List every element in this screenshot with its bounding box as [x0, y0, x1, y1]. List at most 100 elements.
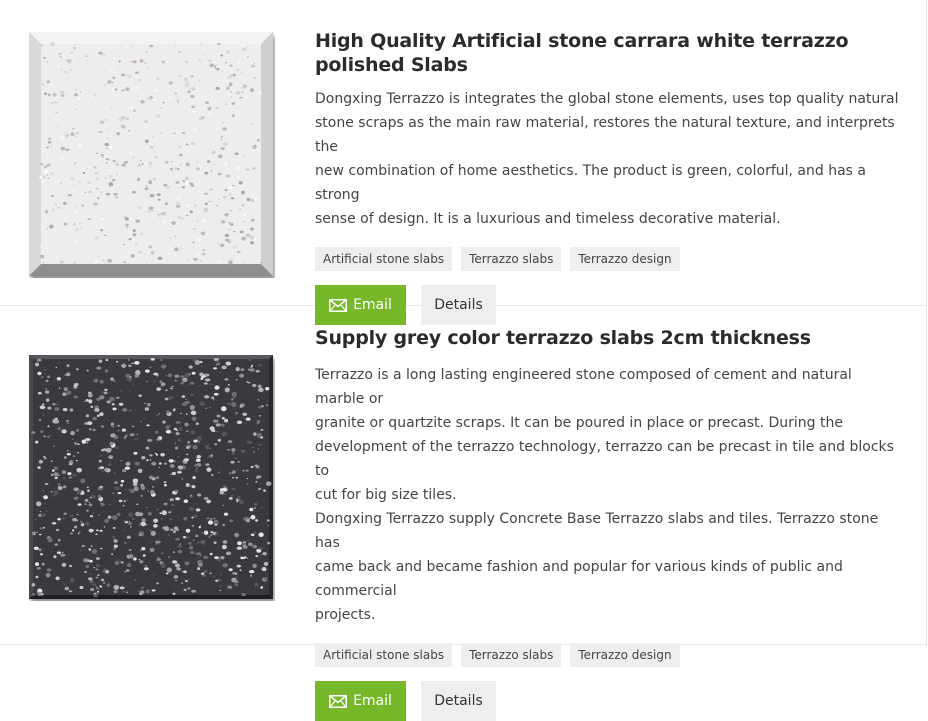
product-image-grey-terrazzo[interactable] [29, 355, 275, 601]
stone-chip [56, 484, 60, 487]
stone-chip [161, 364, 167, 369]
stone-chip [222, 195, 227, 199]
stone-chip [265, 387, 270, 391]
envelope-icon [329, 694, 348, 708]
stone-chip [235, 165, 240, 170]
stone-chip [45, 398, 50, 402]
stone-chip [85, 414, 90, 418]
stone-chip [190, 410, 197, 415]
stone-chip [116, 132, 120, 136]
stone-chip [203, 497, 209, 500]
stone-chip [69, 564, 72, 568]
stone-chip [241, 203, 245, 207]
stone-chip [102, 259, 105, 261]
stone-chip [158, 462, 162, 465]
stone-chip [122, 504, 125, 507]
stone-chip [98, 395, 105, 400]
stone-chip [147, 438, 153, 442]
stone-chip [193, 514, 198, 518]
stone-chip [118, 559, 121, 562]
stone-chip [175, 181, 180, 184]
stone-chip [209, 383, 213, 386]
stone-chip [241, 190, 245, 195]
stone-chip [144, 565, 147, 567]
stone-chip [96, 529, 99, 532]
stone-chip [85, 564, 90, 569]
stone-chip [134, 409, 137, 412]
stone-chip [181, 478, 184, 480]
stone-chip [156, 374, 159, 377]
product-info: High Quality Artificial stone carrara wh… [315, 29, 905, 325]
tag-artificial-stone-slabs[interactable]: Artificial stone slabs [315, 247, 453, 271]
stone-chip [258, 415, 261, 417]
stone-chip [111, 403, 115, 406]
stone-chip [196, 455, 202, 459]
stone-chip [188, 545, 194, 550]
stone-chip [139, 560, 144, 564]
stone-chip [38, 548, 42, 552]
stone-chip [164, 161, 169, 164]
stone-chip [46, 80, 51, 84]
tag-terrazzo-design[interactable]: Terrazzo design [570, 247, 680, 271]
stone-chip [49, 224, 54, 229]
stone-chip [63, 70, 69, 74]
stone-chip [164, 202, 169, 206]
stone-chip [248, 382, 251, 384]
tag-terrazzo-design[interactable]: Terrazzo design [570, 643, 680, 667]
stone-chip [230, 96, 232, 99]
stone-chip [92, 416, 98, 421]
stone-chip [122, 469, 127, 473]
stone-chip [266, 524, 270, 527]
stone-chip [45, 572, 51, 578]
tag-terrazzo-slabs[interactable]: Terrazzo slabs [461, 643, 562, 667]
tag-artificial-stone-slabs[interactable]: Artificial stone slabs [315, 643, 453, 667]
stone-chip [226, 240, 228, 242]
stone-chip [203, 55, 206, 56]
stone-chip [206, 499, 211, 504]
product-image-white-terrazzo[interactable] [29, 32, 275, 278]
stone-chip [231, 447, 236, 453]
stone-chip [141, 547, 146, 551]
stone-chip [131, 517, 136, 521]
details-button[interactable]: Details [421, 681, 496, 721]
stone-chip [211, 396, 215, 400]
stone-chip [75, 228, 79, 232]
stone-chip [73, 135, 78, 138]
stone-chip [156, 476, 159, 479]
stone-chip [215, 423, 221, 427]
product-title[interactable]: High Quality Artificial stone carrara wh… [315, 29, 905, 77]
stone-chip [170, 431, 174, 434]
stone-chip [57, 206, 61, 209]
stone-chip [204, 62, 207, 65]
stone-chip [200, 572, 204, 576]
tag-terrazzo-slabs[interactable]: Terrazzo slabs [461, 247, 562, 271]
stone-chip [133, 451, 138, 455]
stone-chip [152, 98, 157, 102]
stone-chip [147, 512, 152, 516]
stone-chip [235, 457, 237, 459]
stone-chip [250, 466, 254, 468]
stone-chip [191, 516, 194, 519]
stone-chip [197, 238, 202, 242]
stone-chip [120, 124, 126, 129]
product-info: Supply grey color terrazzo slabs 2cm thi… [315, 326, 905, 721]
stone-chip [170, 510, 172, 512]
stone-chip [206, 160, 211, 163]
stone-chip [131, 238, 135, 242]
stone-chip [55, 367, 58, 368]
stone-chip [91, 188, 95, 190]
stone-chip [229, 209, 232, 212]
stone-chip [205, 463, 210, 466]
stone-chip [200, 366, 203, 368]
stone-chip [149, 146, 154, 149]
stone-chip [242, 413, 245, 415]
stone-chip [176, 567, 182, 571]
stone-chip [120, 479, 125, 483]
stone-chip [232, 477, 235, 479]
stone-chip [208, 59, 212, 62]
stone-chip [254, 583, 259, 587]
stone-chip [99, 396, 101, 398]
product-title[interactable]: Supply grey color terrazzo slabs 2cm thi… [315, 326, 905, 350]
email-button[interactable]: Email [315, 681, 406, 721]
stone-chip [182, 179, 186, 183]
